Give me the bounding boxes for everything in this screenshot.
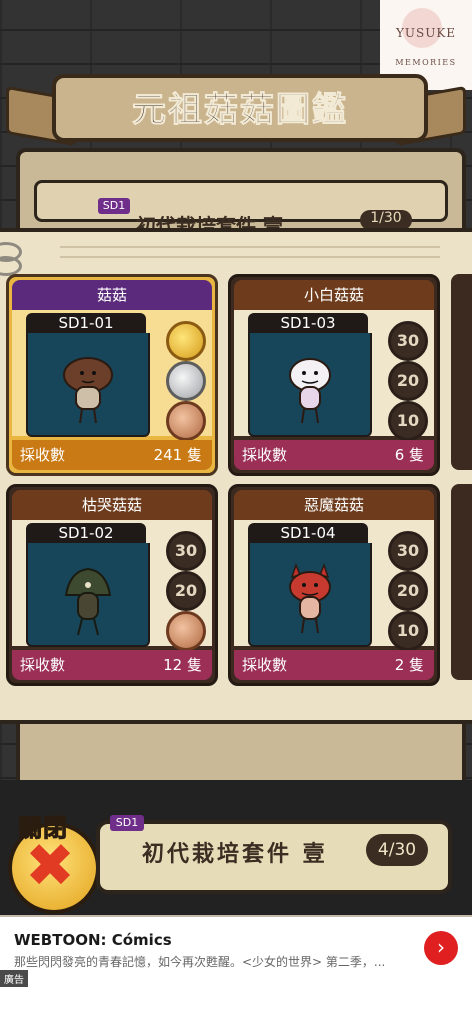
- card-footer: 採收數 6 隻: [234, 440, 434, 470]
- medal-20: 20: [388, 571, 428, 611]
- watermark-subtitle: MEMORIES: [395, 58, 457, 67]
- harvest-label: 採收數: [242, 656, 288, 674]
- mushroom-card-sd1-03[interactable]: 小白菇菇 SD1-03 30 20 10 採收數 6 隻: [228, 274, 440, 476]
- set-count: 4/30: [366, 834, 428, 866]
- mushroom-portrait: [248, 333, 372, 437]
- mushroom-portrait: [26, 333, 150, 437]
- medal-30: 30: [388, 321, 428, 361]
- page-rule: [60, 246, 440, 248]
- card-name: 惡魔菇菇: [234, 490, 434, 520]
- harvest-label: 採收數: [20, 446, 66, 464]
- card-name: 小白菇菇: [234, 280, 434, 310]
- card-code: SD1-03: [248, 313, 368, 333]
- card-footer: 採收數 241 隻: [12, 440, 212, 470]
- harvest-count: 6 隻: [394, 446, 424, 464]
- bronze-medal-icon: [166, 401, 206, 441]
- ad-banner[interactable]: WEBTOON: Cómics 那些閃閃發亮的青春記憶，如今再次甦醒。<少女的世…: [0, 915, 472, 1024]
- harvest-label: 採收數: [20, 656, 66, 674]
- title-banner: 元祖菇菇圖鑑: [6, 70, 466, 147]
- gold-medal-icon: [166, 321, 206, 361]
- ad-badge: 廣告: [0, 970, 28, 987]
- next-card-peek[interactable]: [451, 484, 472, 680]
- medal-20: 20: [166, 571, 206, 611]
- mushroom-card-sd1-02[interactable]: 枯哭菇菇 SD1-02 30 20 採收數 12 隻: [6, 484, 218, 686]
- mushroom-card-sd1-04[interactable]: 惡魔菇菇 SD1-04 30 20 10 採收數 2 隻: [228, 484, 440, 686]
- withered-mushroom-icon: [64, 567, 112, 636]
- set-title: 初代栽培套件 壹: [142, 842, 328, 867]
- harvest-count: 12 隻: [163, 656, 202, 674]
- ghost-set-count: 1/30: [360, 210, 412, 230]
- devil-mushroom-icon: [289, 562, 331, 634]
- card-code: SD1-02: [26, 523, 146, 543]
- set-tag: SD1: [110, 815, 144, 831]
- bronze-medal-icon: [166, 611, 206, 651]
- close-button[interactable]: ✖ 關閉: [4, 808, 100, 914]
- card-name: 枯哭菇菇: [12, 490, 212, 520]
- card-footer: 採收數 12 隻: [12, 650, 212, 680]
- mushroom-card-sd1-01[interactable]: 菇菇 SD1-01 採收數 241 隻: [6, 274, 218, 476]
- card-footer: 採收數 2 隻: [234, 650, 434, 680]
- medal-20: 20: [388, 361, 428, 401]
- page-rule: [60, 256, 440, 258]
- mushroom-portrait: [26, 543, 150, 647]
- ad-divider: [0, 915, 472, 917]
- harvest-label: 採收數: [242, 446, 288, 464]
- card-name: 菇菇: [12, 280, 212, 310]
- harvest-count: 241 隻: [153, 446, 202, 464]
- white-mushroom-icon: [289, 358, 331, 424]
- card-code: SD1-01: [26, 313, 146, 333]
- close-x-icon: ✖: [24, 831, 76, 901]
- silver-medal-icon: [166, 361, 206, 401]
- harvest-count: 2 隻: [394, 656, 424, 674]
- ad-description[interactable]: 那些閃閃發亮的青春記憶，如今再次甦醒。<少女的世界> 第二季，...: [14, 953, 414, 970]
- medal-10: 10: [388, 611, 428, 651]
- watermark-title: YUSUKE: [395, 26, 457, 40]
- ad-title[interactable]: WEBTOON: Cómics: [14, 931, 172, 949]
- next-card-peek[interactable]: [451, 274, 472, 470]
- brown-mushroom-icon: [63, 357, 113, 424]
- card-code: SD1-04: [248, 523, 368, 543]
- medal-10: 10: [388, 401, 428, 441]
- spiral-ring-icon: [0, 256, 22, 276]
- chevron-right-icon[interactable]: ›: [424, 931, 458, 965]
- medal-30: 30: [388, 531, 428, 571]
- close-label: 關閉: [18, 814, 68, 843]
- medal-30: 30: [166, 531, 206, 571]
- ghost-set-tag: SD1: [98, 198, 130, 214]
- mushroom-portrait: [248, 543, 372, 647]
- page-title: 元祖菇菇圖鑑: [132, 90, 348, 131]
